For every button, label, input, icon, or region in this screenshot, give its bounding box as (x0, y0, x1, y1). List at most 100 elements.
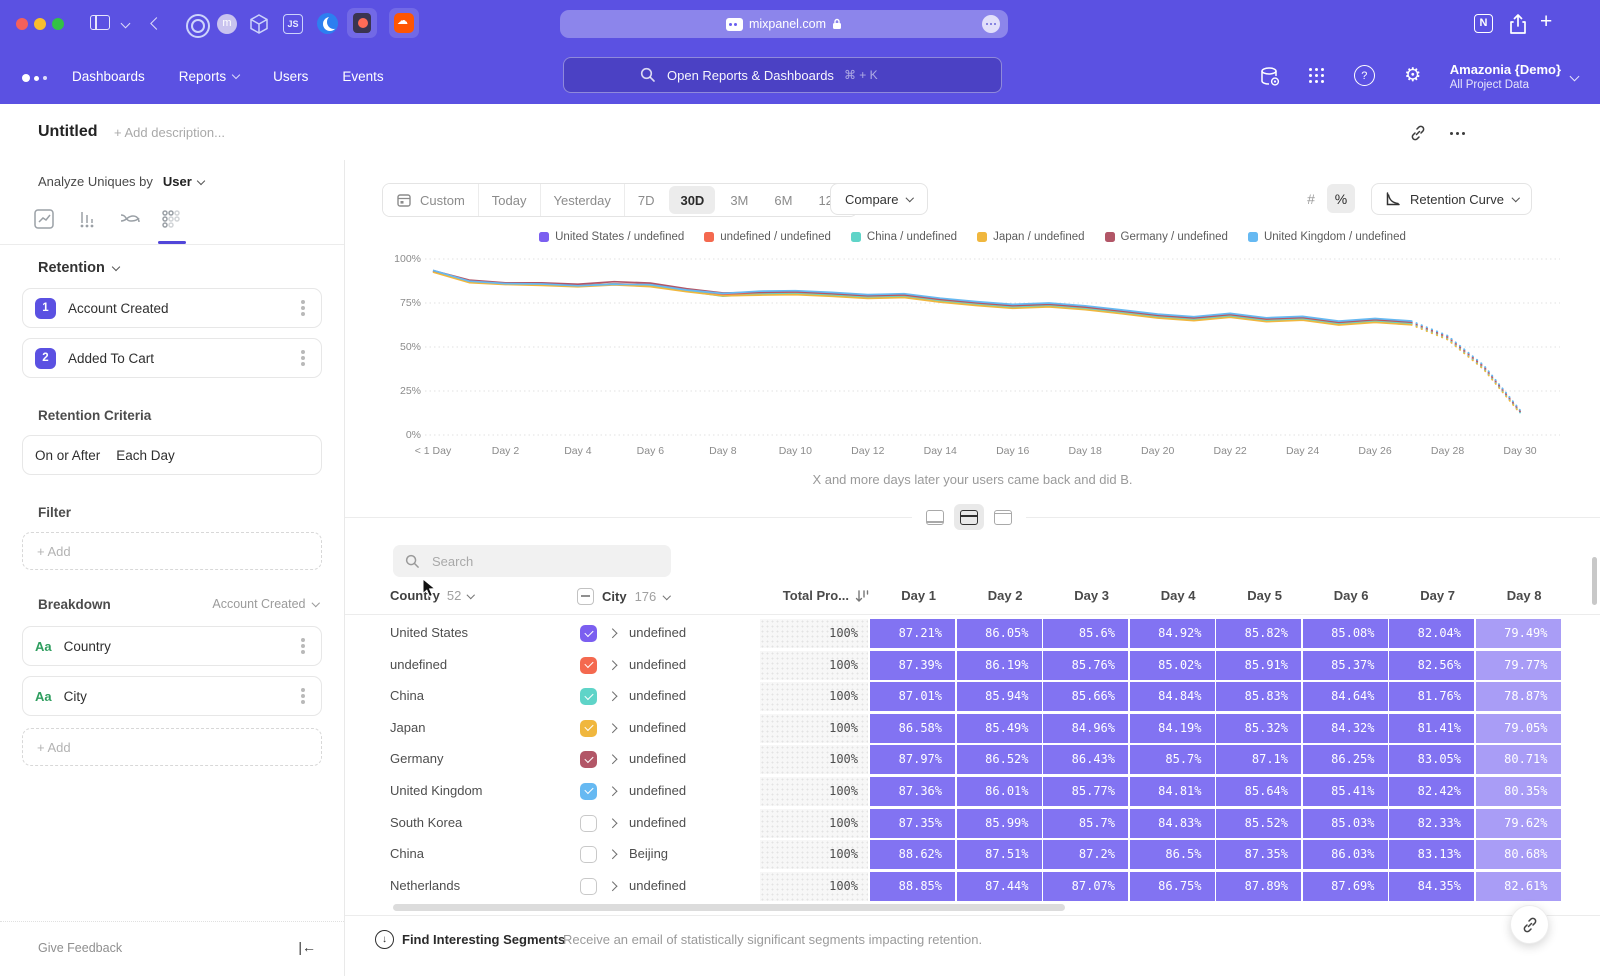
retention-cell[interactable]: 80.71% (1476, 745, 1561, 774)
kebab-menu-icon[interactable] (301, 356, 305, 360)
retention-cell[interactable]: 87.01% (870, 682, 955, 711)
day-column-header[interactable]: Day 3 (1043, 588, 1129, 603)
breakdown-card-country[interactable]: Aa Country (22, 626, 322, 666)
retention-cell[interactable]: 87.35% (1216, 840, 1301, 869)
minimize-window-button[interactable] (34, 18, 46, 30)
retention-cell[interactable]: 86.05% (957, 619, 1042, 648)
row-checkbox[interactable] (580, 815, 597, 832)
expand-row-icon[interactable] (608, 787, 617, 796)
retention-cell[interactable]: 84.81% (1130, 777, 1215, 806)
retention-cell[interactable]: 87.35% (870, 809, 955, 838)
filter-add-button[interactable]: + Add (22, 532, 322, 570)
criteria-card[interactable]: On or After Each Day (22, 435, 322, 475)
extension-bird-icon[interactable] (317, 13, 338, 34)
day-column-header[interactable]: Day 4 (1130, 588, 1216, 603)
retention-cell[interactable]: 85.37% (1303, 651, 1388, 680)
retention-cell[interactable]: 87.44% (957, 872, 1042, 901)
series-line-projected[interactable] (1411, 321, 1520, 410)
row-checkbox[interactable] (580, 625, 597, 642)
retention-cell[interactable]: 79.62% (1476, 809, 1561, 838)
retention-cell[interactable]: 84.83% (1130, 809, 1215, 838)
share-link-fab[interactable] (1510, 905, 1549, 944)
retention-cell[interactable]: 87.89% (1216, 872, 1301, 901)
row-checkbox[interactable] (580, 688, 597, 705)
breakdown-event-selector[interactable]: Account Created (212, 597, 318, 611)
browser-sidebar-icon[interactable] (90, 15, 110, 30)
series-line-projected[interactable] (1411, 325, 1520, 413)
retention-cell[interactable]: 85.7% (1043, 809, 1128, 838)
absolute-numbers-toggle[interactable]: # (1297, 184, 1325, 213)
nav-search[interactable]: Open Reports & Dashboards ⌘ + K (563, 57, 1002, 93)
retention-cell[interactable]: 81.41% (1389, 714, 1474, 743)
retention-cell[interactable]: 85.64% (1216, 777, 1301, 806)
split-view-button[interactable] (954, 504, 984, 530)
extension-soundcloud-pill[interactable]: ☁ (389, 8, 419, 38)
expand-row-icon[interactable] (608, 660, 617, 669)
retention-cell[interactable]: 82.61% (1476, 872, 1561, 901)
retention-cell[interactable]: 85.94% (957, 682, 1042, 711)
retention-cell[interactable]: 86.43% (1043, 745, 1128, 774)
tab-insights[interactable] (33, 208, 59, 234)
retention-cell[interactable]: 84.92% (1130, 619, 1215, 648)
extension-js-icon[interactable]: JS (283, 14, 303, 34)
table-row[interactable]: Chinaundefined100%87.01%85.94%85.66%84.8… (345, 681, 1600, 713)
retention-cell[interactable]: 85.77% (1043, 777, 1128, 806)
retention-cell[interactable]: 79.77% (1476, 651, 1561, 680)
tab-flows[interactable] (118, 208, 144, 234)
table-row[interactable]: United Statesundefined100%87.21%86.05%85… (345, 618, 1600, 650)
series-line-projected[interactable] (1411, 323, 1520, 412)
retention-cell[interactable]: 79.49% (1476, 619, 1561, 648)
share-icon[interactable] (1508, 12, 1528, 36)
range-today[interactable]: Today (479, 184, 541, 216)
range-30d[interactable]: 30D (669, 186, 715, 214)
retention-cell[interactable]: 85.91% (1216, 651, 1301, 680)
retention-cell[interactable]: 85.52% (1216, 809, 1301, 838)
retention-cell[interactable]: 87.36% (870, 777, 955, 806)
table-search-input[interactable] (430, 553, 634, 570)
retention-cell[interactable]: 86.03% (1303, 840, 1388, 869)
nav-link-events[interactable]: Events (342, 69, 383, 84)
expand-row-icon[interactable] (608, 692, 617, 701)
retention-cell[interactable]: 86.19% (957, 651, 1042, 680)
tab-funnels[interactable] (76, 208, 102, 234)
analyze-uniques-row[interactable]: Analyze Uniques by User (38, 174, 204, 189)
day-column-header[interactable]: Day 7 (1389, 588, 1475, 603)
retention-cell[interactable]: 83.13% (1389, 840, 1474, 869)
kebab-menu-icon[interactable] (301, 306, 305, 310)
retention-cell[interactable]: 85.49% (957, 714, 1042, 743)
retention-cell[interactable]: 85.83% (1216, 682, 1301, 711)
breakdown-card-city[interactable]: Aa City (22, 676, 322, 716)
retention-cell[interactable]: 86.5% (1130, 840, 1215, 869)
extension-cube-icon[interactable] (248, 13, 270, 35)
retention-cell[interactable]: 86.58% (870, 714, 955, 743)
expand-row-icon[interactable] (608, 818, 617, 827)
select-all-checkbox[interactable] (577, 588, 594, 605)
retention-cell[interactable]: 84.96% (1043, 714, 1128, 743)
retention-cell[interactable]: 85.7% (1130, 745, 1215, 774)
legend-item[interactable]: Germany / undefined (1105, 231, 1228, 243)
find-segments-title[interactable]: Find Interesting Segments (402, 932, 565, 947)
legend-item[interactable]: China / undefined (851, 231, 957, 243)
retention-cell[interactable]: 88.62% (870, 840, 955, 869)
nav-link-reports[interactable]: Reports (179, 69, 239, 84)
expand-row-icon[interactable] (608, 881, 617, 890)
row-checkbox[interactable] (580, 783, 597, 800)
legend-item[interactable]: undefined / undefined (704, 231, 831, 243)
expand-row-icon[interactable] (608, 723, 617, 732)
retention-cell[interactable]: 80.35% (1476, 777, 1561, 806)
step-card-1[interactable]: 1 Account Created (22, 288, 322, 328)
notion-icon[interactable]: N (1474, 14, 1493, 33)
retention-cell[interactable]: 86.52% (957, 745, 1042, 774)
retention-cell[interactable]: 85.08% (1303, 619, 1388, 648)
day-column-header[interactable]: Day 8 (1476, 588, 1562, 603)
retention-cell[interactable]: 85.66% (1043, 682, 1128, 711)
url-bar[interactable]: mixpanel.com (560, 10, 1008, 38)
retention-cell[interactable]: 84.35% (1389, 872, 1474, 901)
retention-chart-canvas[interactable] (425, 251, 1560, 443)
legend-item[interactable]: Japan / undefined (977, 231, 1084, 243)
retention-cell[interactable]: 85.41% (1303, 777, 1388, 806)
criteria-each-day[interactable]: Each Day (116, 448, 175, 463)
kebab-menu-icon[interactable] (301, 694, 305, 698)
retention-cell[interactable]: 87.97% (870, 745, 955, 774)
series-line-projected[interactable] (1411, 323, 1520, 412)
